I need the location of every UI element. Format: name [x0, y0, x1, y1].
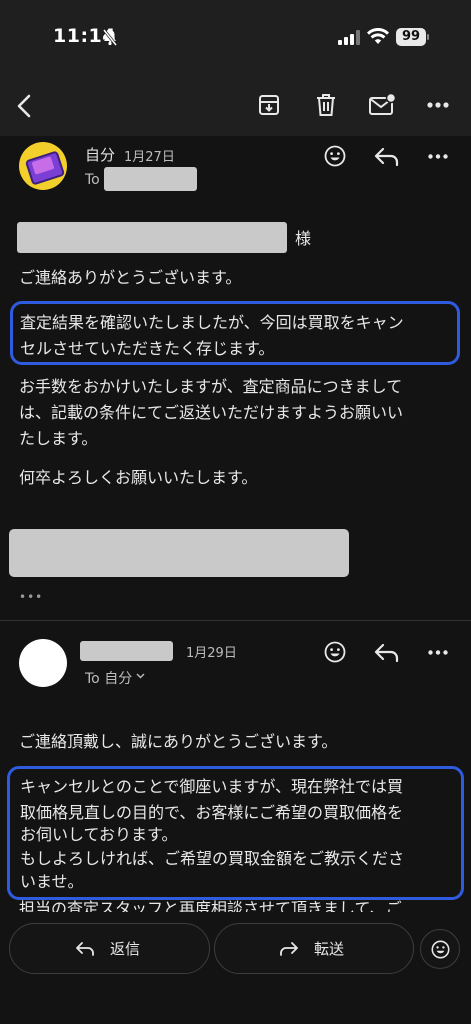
avatar[interactable]	[19, 639, 67, 687]
reply-button[interactable]: 返信	[9, 923, 210, 974]
redacted-recipient	[104, 167, 197, 191]
highlight-line: いませ。	[20, 872, 84, 891]
body-line: お手数をおかけいたしますが、査定商品につきまして	[19, 377, 403, 396]
chevron-down-icon[interactable]	[136, 673, 145, 679]
body-line: たします。	[19, 429, 98, 448]
forward-button-label: 転送	[314, 940, 345, 958]
battery-indicator: 99	[396, 28, 426, 46]
body-line: は、記載の条件にてご返送いただけますようお願いい	[19, 403, 404, 422]
forward-button[interactable]: 転送	[214, 923, 414, 974]
message-divider	[0, 620, 471, 621]
highlight-line: お伺いしております。	[20, 825, 178, 844]
reply-icon[interactable]	[374, 147, 400, 167]
recipient-label[interactable]: To 自分	[85, 668, 132, 688]
forward-icon	[279, 941, 299, 957]
back-icon[interactable]	[14, 93, 36, 119]
redacted-signature	[9, 529, 349, 577]
emoji-button[interactable]	[420, 929, 460, 969]
message-date: 1月27日	[124, 150, 175, 165]
wifi-icon	[367, 28, 389, 45]
reply-button-label: 返信	[110, 940, 141, 958]
emoji-react-icon[interactable]	[324, 145, 346, 167]
signal-icon	[338, 30, 360, 45]
highlight-line: セルさせていただきたく存じます。	[20, 339, 275, 358]
message-more-icon[interactable]	[428, 650, 448, 655]
highlight-line: 査定結果を確認いたしましたが、今回は買取をキャン	[20, 313, 404, 332]
recipient-label: To	[85, 172, 100, 188]
avatar[interactable]	[19, 142, 67, 190]
archive-icon[interactable]	[258, 94, 280, 116]
message-more-icon[interactable]	[428, 154, 448, 159]
battery-tip	[427, 34, 429, 40]
greeting: ご連絡頂戴し、誠にありがとうございます。	[19, 732, 338, 751]
message-date: 1月29日	[186, 646, 237, 661]
greeting: ご連絡ありがとうございます。	[19, 268, 242, 287]
mark-unread-icon[interactable]	[369, 93, 397, 117]
reply-icon[interactable]	[374, 643, 400, 663]
reply-icon	[75, 941, 95, 957]
highlight-line: キャンセルとのことで御座いますが、現在弊社では買	[20, 777, 404, 796]
mute-bell-icon	[102, 29, 118, 46]
sender-name: 自分	[85, 146, 116, 164]
toolbar	[0, 78, 471, 136]
trash-icon[interactable]	[315, 93, 337, 117]
more-options-icon[interactable]	[427, 102, 449, 108]
emoji-react-icon[interactable]	[324, 641, 346, 663]
show-quoted-text[interactable]: •••	[19, 590, 43, 604]
closing-line: 何卒よろしくお願いいたします。	[19, 468, 258, 487]
salutation-suffix: 様	[295, 229, 312, 248]
redacted-sender	[80, 641, 173, 661]
emoji-icon	[431, 940, 450, 959]
redacted-name	[17, 222, 287, 253]
